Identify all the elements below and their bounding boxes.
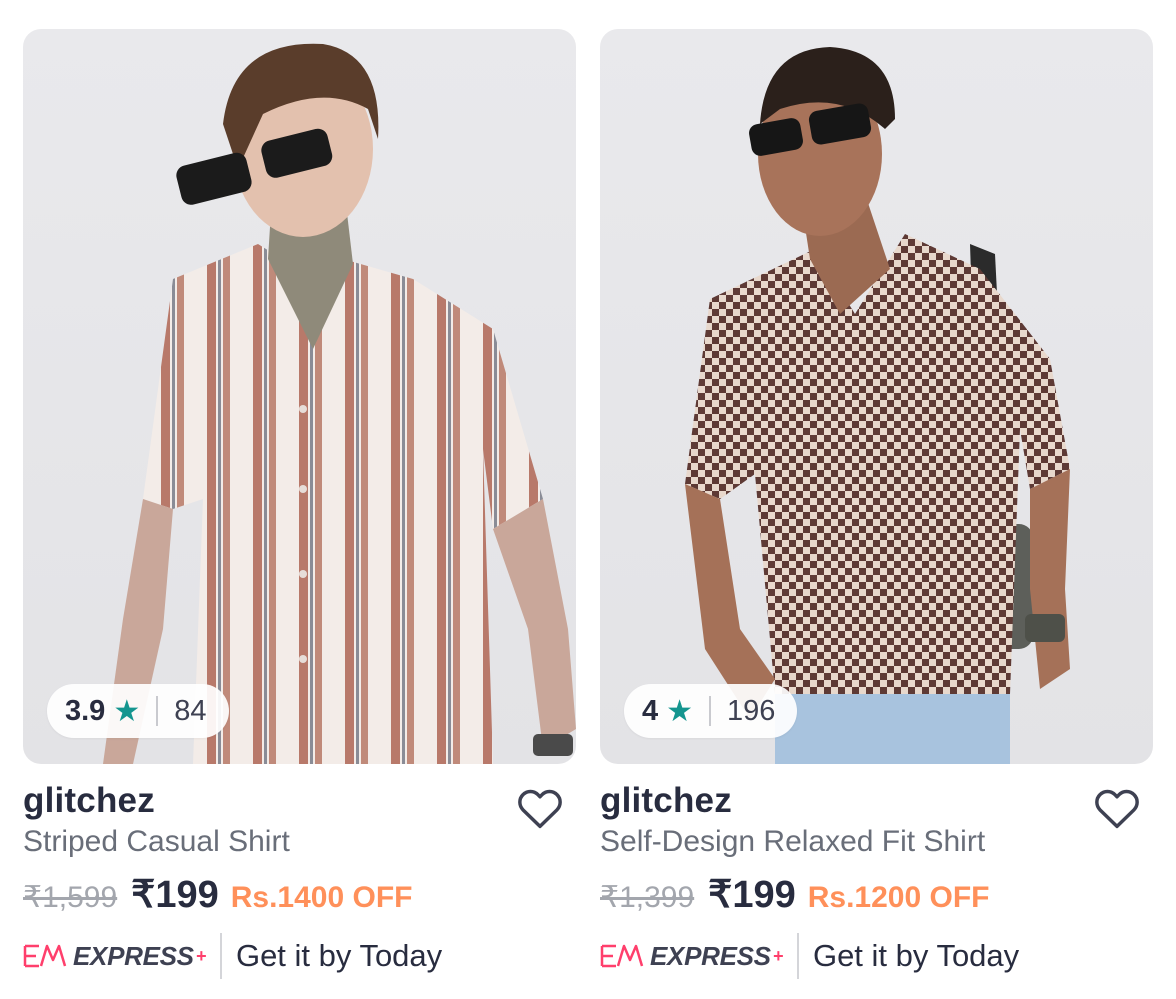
product-card[interactable]: 3.9 ★ 84 glitchez Striped Casual Shirt ₹… (23, 29, 576, 981)
heart-outline-icon[interactable] (1091, 782, 1143, 834)
product-name: Striped Casual Shirt (23, 825, 290, 858)
product-grid: 3.9 ★ 84 glitchez Striped Casual Shirt ₹… (0, 0, 1176, 999)
delivery-text: Get it by Today (812, 938, 1020, 973)
star-icon: ★ (113, 694, 141, 728)
rating-count: 196 (727, 694, 776, 727)
rating-divider (156, 696, 159, 726)
selling-price: ₹199 (708, 874, 796, 916)
express-badge: EXPRESS + (23, 941, 206, 972)
product-image[interactable]: 4 ★ 196 (600, 29, 1153, 764)
rating-divider (709, 696, 712, 726)
star-icon: ★ (666, 694, 694, 728)
rating-badge: 4 ★ 196 (624, 684, 798, 738)
price-row: ₹1,399 ₹199 Rs.1200 OFF (600, 872, 1153, 917)
express-plus: + (195, 945, 207, 966)
product-card[interactable]: 4 ★ 196 glitchez Self-Design Relaxed Fit… (600, 29, 1153, 981)
rating-count: 84 (174, 694, 207, 727)
rating-score: 3.9 (65, 694, 106, 727)
product-info[interactable]: glitchez Self-Design Relaxed Fit Shirt ₹… (600, 764, 1153, 981)
delivery-row: EXPRESS + Get it by Today (23, 931, 576, 981)
product-brand: glitchez (23, 781, 155, 820)
delivery-divider (796, 933, 799, 979)
delivery-text: Get it by Today (235, 938, 443, 973)
product-brand: glitchez (600, 781, 732, 820)
product-photo (685, 47, 1070, 764)
product-name: Self-Design Relaxed Fit Shirt (600, 825, 986, 858)
product-image[interactable]: 3.9 ★ 84 (23, 29, 576, 764)
rating-score: 4 (642, 694, 659, 727)
product-photo (103, 43, 576, 764)
delivery-row: EXPRESS + Get it by Today (600, 931, 1153, 981)
discount-label: Rs.1400 OFF (230, 881, 413, 914)
product-info[interactable]: glitchez Striped Casual Shirt ₹1,599 ₹19… (23, 764, 576, 981)
express-label: EXPRESS (650, 940, 771, 971)
original-price: ₹1,599 (23, 881, 118, 914)
express-logo-icon (23, 944, 67, 968)
discount-label: Rs.1200 OFF (807, 881, 990, 914)
express-plus: + (772, 945, 784, 966)
express-label: EXPRESS (73, 940, 194, 971)
heart-outline-icon[interactable] (514, 782, 566, 834)
original-price: ₹1,399 (600, 881, 695, 914)
rating-badge: 3.9 ★ 84 (47, 684, 229, 738)
selling-price: ₹199 (131, 874, 219, 916)
express-badge: EXPRESS + (600, 941, 783, 972)
delivery-divider (219, 933, 222, 979)
price-row: ₹1,599 ₹199 Rs.1400 OFF (23, 872, 576, 917)
express-logo-icon (600, 944, 644, 968)
